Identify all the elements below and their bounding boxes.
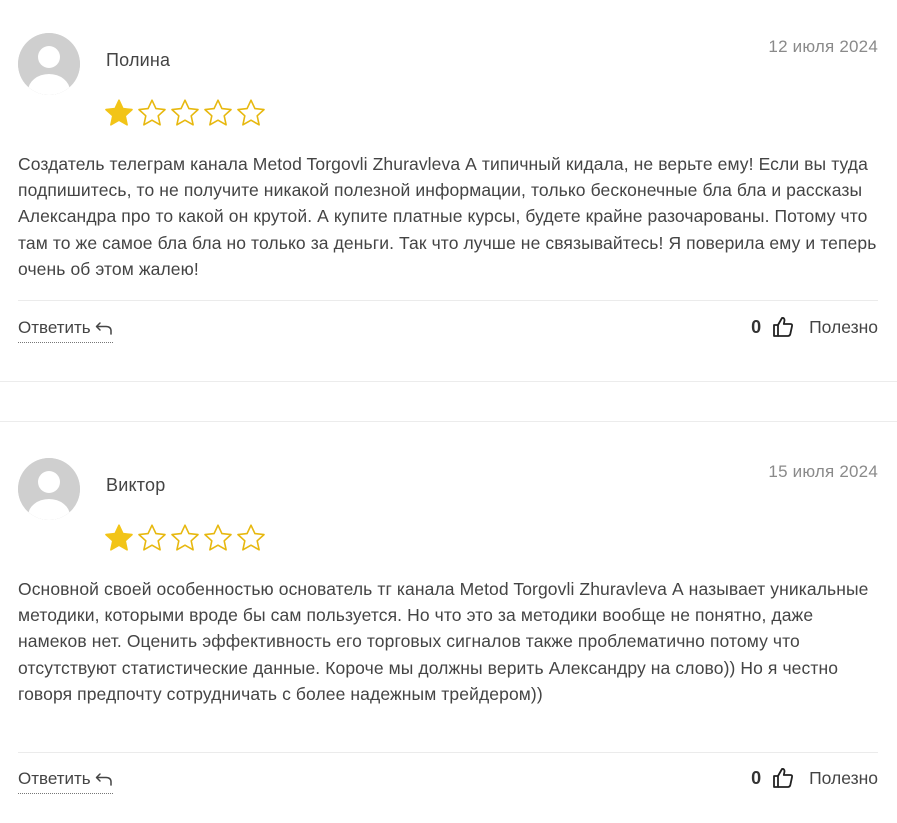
review-date: 15 июля 2024 bbox=[768, 462, 878, 481]
star-empty-icon bbox=[237, 99, 265, 126]
thumbs-up-icon[interactable] bbox=[771, 315, 795, 339]
user-placeholder-icon bbox=[18, 33, 80, 95]
reply-label: Ответить bbox=[18, 769, 91, 788]
star-empty-icon bbox=[237, 524, 265, 551]
review-separator bbox=[0, 421, 897, 422]
star-filled-icon bbox=[105, 99, 133, 126]
helpful-block: 0 Полезно bbox=[751, 766, 878, 790]
review-author: Виктор bbox=[106, 475, 166, 495]
helpful-block: 0 Полезно bbox=[751, 315, 878, 339]
helpful-label[interactable]: Полезно bbox=[809, 768, 878, 789]
reply-arrow-icon bbox=[95, 773, 112, 786]
review-author: Полина bbox=[106, 50, 171, 70]
rating-stars bbox=[104, 523, 266, 553]
rating-stars bbox=[104, 98, 266, 128]
review-text: Создатель телеграм канала Metod Torgovli… bbox=[18, 154, 877, 279]
review-date: 12 июля 2024 bbox=[768, 37, 878, 56]
star-filled-icon bbox=[105, 524, 133, 551]
reply-button[interactable]: Ответить bbox=[18, 318, 113, 343]
helpful-count: 0 bbox=[751, 316, 762, 337]
review-text: Основной своей особенностью основатель т… bbox=[18, 579, 869, 704]
avatar bbox=[18, 458, 80, 520]
star-empty-icon bbox=[138, 524, 166, 551]
user-placeholder-icon bbox=[18, 458, 80, 520]
reply-button[interactable]: Ответить bbox=[18, 769, 113, 794]
helpful-count: 0 bbox=[751, 767, 762, 788]
avatar bbox=[18, 33, 80, 95]
reply-arrow-icon bbox=[95, 322, 112, 335]
star-empty-icon bbox=[138, 99, 166, 126]
reply-label: Ответить bbox=[18, 318, 91, 337]
divider bbox=[18, 752, 878, 753]
review-separator bbox=[0, 381, 897, 382]
divider bbox=[18, 300, 878, 301]
star-empty-icon bbox=[171, 524, 199, 551]
star-empty-icon bbox=[204, 99, 232, 126]
star-empty-icon bbox=[171, 99, 199, 126]
helpful-label[interactable]: Полезно bbox=[809, 317, 878, 338]
star-empty-icon bbox=[204, 524, 232, 551]
thumbs-up-icon[interactable] bbox=[771, 766, 795, 790]
